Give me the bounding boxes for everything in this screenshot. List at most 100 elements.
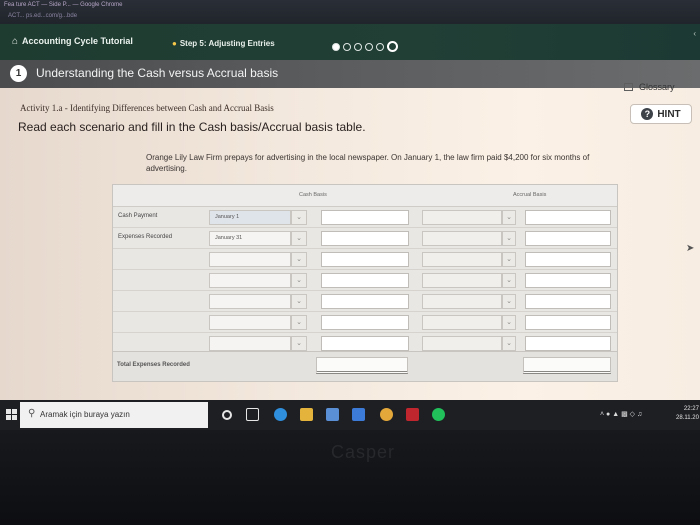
chevron-down-icon[interactable]: ⌄ (291, 231, 307, 246)
chevron-down-icon[interactable]: ⌄ (502, 210, 516, 225)
monitor-bezel: Casper (0, 430, 700, 525)
cash-amount-input[interactable] (321, 336, 409, 351)
tutorial-home-link[interactable]: ⌂ Accounting Cycle Tutorial (12, 36, 133, 47)
browser-address-bar[interactable]: ACT... ps.ed...com/g...bde (8, 13, 77, 19)
table-row: ⌄ ⌄ (113, 291, 617, 312)
row-label: Cash Payment (118, 213, 158, 219)
table-row: ⌄ ⌄ (113, 249, 617, 270)
column-header-cash: Cash Basis (299, 192, 327, 198)
accrual-date-select[interactable] (422, 315, 502, 330)
accrual-amount-input[interactable] (525, 210, 611, 225)
cash-amount-input[interactable] (321, 294, 409, 309)
step-progress (332, 41, 398, 52)
total-label: Total Expenses Recorded (117, 362, 190, 368)
photos-icon[interactable] (352, 408, 365, 421)
accrual-date-select[interactable] (422, 273, 502, 288)
book-icon (624, 83, 633, 91)
cash-date-select[interactable] (209, 294, 291, 309)
table-header: Cash Basis Accrual Basis (113, 185, 617, 207)
app-header: ⌂ Accounting Cycle Tutorial ● Step 5: Adju… (0, 24, 700, 64)
cortana-icon[interactable] (222, 410, 232, 420)
cash-amount-input[interactable] (321, 231, 409, 246)
cash-date-value: January 31 (215, 235, 243, 241)
table-row: Expenses Recorded January 31 ⌄ ⌄ (113, 228, 617, 249)
chevron-down-icon[interactable]: ⌄ (291, 336, 307, 351)
lightbulb-icon: ● (172, 39, 177, 48)
cash-amount-input[interactable] (321, 315, 409, 330)
cash-date-select[interactable]: January 1 (209, 210, 291, 225)
monitor-brand: Casper (331, 442, 396, 462)
cash-date-select[interactable] (209, 252, 291, 267)
accrual-amount-input[interactable] (525, 315, 611, 330)
edge-icon[interactable] (274, 408, 287, 421)
accrual-amount-input[interactable] (525, 336, 611, 351)
chrome-icon[interactable] (380, 408, 393, 421)
accrual-date-select[interactable] (422, 210, 502, 225)
cash-accrual-table: Cash Basis Accrual Basis Cash Payment Jan… (112, 184, 618, 382)
chevron-down-icon[interactable]: ⌄ (291, 252, 307, 267)
tutorial-label: Accounting Cycle Tutorial (22, 36, 133, 46)
row-label: Expenses Recorded (118, 234, 173, 240)
windows-start-icon[interactable] (6, 409, 17, 420)
question-icon: ? (641, 108, 654, 120)
total-accrual-input[interactable] (523, 357, 611, 374)
hint-button[interactable]: ? HINT (630, 104, 692, 124)
chevron-down-icon[interactable]: ⌄ (502, 252, 516, 267)
netflix-icon[interactable] (406, 408, 419, 421)
chevron-down-icon[interactable]: ⌄ (291, 294, 307, 309)
chevron-down-icon[interactable]: ⌄ (502, 231, 516, 246)
table-row: ⌄ ⌄ (113, 312, 617, 333)
cash-date-select[interactable] (209, 315, 291, 330)
cash-date-value: January 1 (215, 214, 240, 220)
accrual-amount-input[interactable] (525, 294, 611, 309)
corner-icon: ‹ (693, 29, 696, 38)
clock-date: 28.11.20 (676, 415, 699, 421)
accrual-date-select[interactable] (422, 231, 502, 246)
progress-dot[interactable] (365, 42, 373, 51)
search-icon: ⚲ (28, 408, 36, 419)
chevron-down-icon[interactable]: ⌄ (291, 315, 307, 330)
cash-date-select[interactable] (209, 273, 291, 288)
taskbar-clock[interactable]: 22:27 28.11.20 (676, 405, 699, 423)
table-row: Cash Payment January 1 ⌄ ⌄ (113, 207, 617, 228)
browser-tab-strip: Fea ture ACT — Side P... — Google Chrome… (0, 0, 700, 24)
scenario-text: Orange Lily Law Firm prepays for adverti… (146, 153, 590, 173)
chevron-down-icon[interactable]: ⌄ (502, 273, 516, 288)
chevron-down-icon[interactable]: ⌄ (502, 315, 516, 330)
home-icon: ⌂ (12, 36, 19, 47)
chevron-down-icon[interactable]: ⌄ (291, 273, 307, 288)
cash-date-select[interactable]: January 31 (209, 231, 291, 246)
store-icon[interactable] (326, 408, 339, 421)
step-label: Step 5: Adjusting Entries (179, 39, 275, 48)
file-explorer-icon[interactable] (300, 408, 313, 421)
browser-tab-title[interactable]: Fea ture ACT — Side P... — Google Chrome (4, 2, 123, 8)
chevron-down-icon[interactable]: ⌄ (502, 336, 516, 351)
accrual-date-select[interactable] (422, 336, 502, 351)
accrual-amount-input[interactable] (525, 252, 611, 267)
chevron-down-icon[interactable]: ⌄ (291, 210, 307, 225)
accrual-amount-input[interactable] (525, 231, 611, 246)
progress-dot[interactable] (343, 42, 351, 51)
cash-amount-input[interactable] (321, 273, 409, 288)
clock-time: 22:27 (683, 406, 699, 412)
progress-dot-current[interactable] (387, 41, 398, 52)
accrual-date-select[interactable] (422, 252, 502, 267)
section-number-badge: 1 (10, 65, 27, 82)
progress-dot[interactable] (376, 42, 384, 51)
total-cash-input[interactable] (316, 357, 408, 374)
page-title: Understanding the Cash versus Accrual ba… (36, 66, 279, 80)
taskbar-search-input[interactable]: ⚲ Aramak için buraya yazın (20, 402, 208, 428)
spotify-icon[interactable] (432, 408, 445, 421)
accrual-date-select[interactable] (422, 294, 502, 309)
glossary-link[interactable]: Glossary (624, 82, 675, 92)
progress-dot[interactable] (332, 42, 340, 51)
system-tray[interactable]: ˄ ● ▲ ▩ ◇ ♫ (600, 410, 642, 418)
table-row: ⌄ ⌄ (113, 270, 617, 291)
cash-amount-input[interactable] (321, 252, 409, 267)
task-view-icon[interactable] (246, 408, 259, 421)
cash-date-select[interactable] (209, 336, 291, 351)
cash-amount-input[interactable] (321, 210, 409, 225)
progress-dot[interactable] (354, 42, 362, 51)
accrual-amount-input[interactable] (525, 273, 611, 288)
chevron-down-icon[interactable]: ⌄ (502, 294, 516, 309)
